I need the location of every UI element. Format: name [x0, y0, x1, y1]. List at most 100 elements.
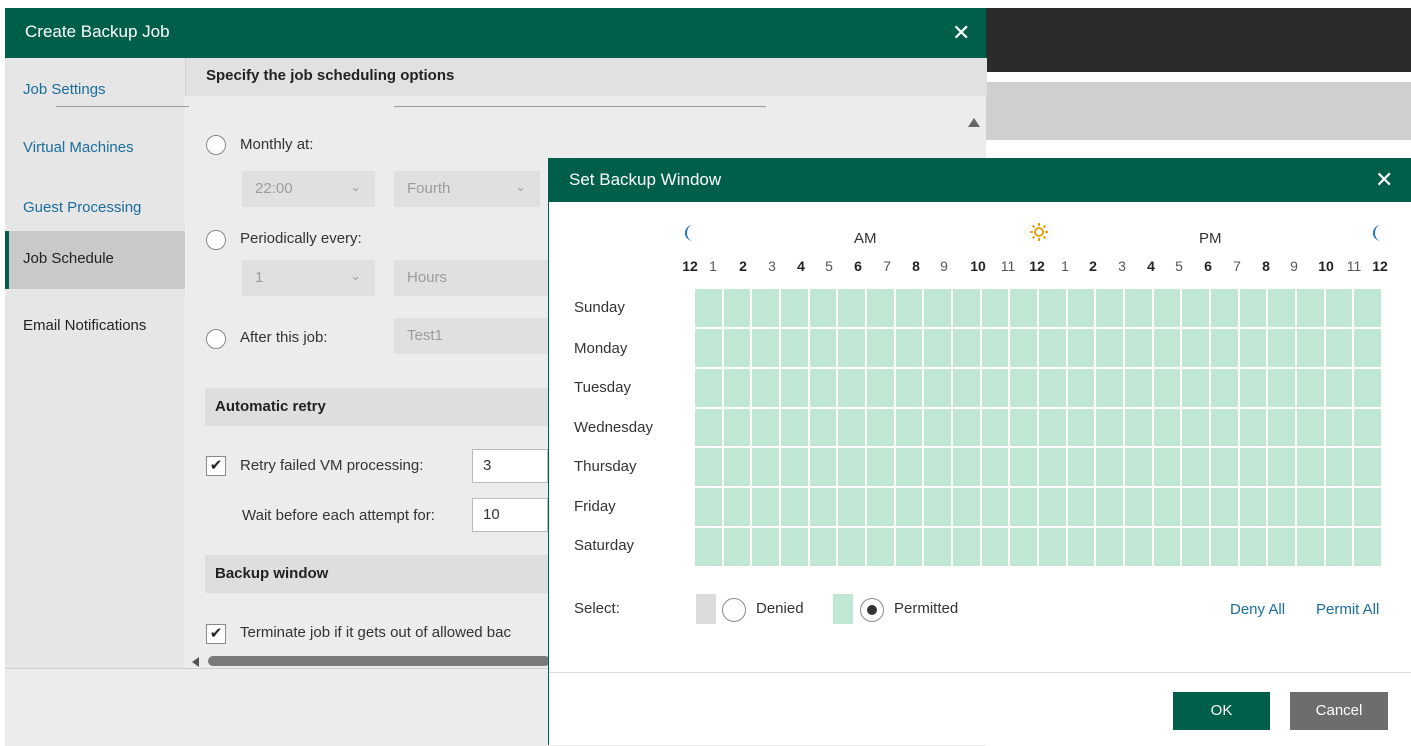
monthly-radio[interactable]	[206, 135, 226, 155]
schedule-cell[interactable]	[923, 447, 952, 488]
schedule-cell[interactable]	[980, 447, 1010, 488]
schedule-cell[interactable]	[837, 367, 866, 408]
schedule-cell[interactable]	[866, 288, 895, 328]
schedule-cell[interactable]	[837, 487, 866, 528]
cancel-button[interactable]: Cancel	[1290, 692, 1388, 730]
schedule-cell[interactable]	[751, 407, 780, 448]
schedule-cell[interactable]	[1238, 327, 1268, 368]
schedule-cell[interactable]	[1353, 288, 1382, 328]
schedule-cell[interactable]	[1181, 327, 1210, 368]
schedule-cell[interactable]	[1353, 367, 1382, 408]
sidebar-item-email-notifications[interactable]: Email Notifications	[5, 298, 185, 356]
schedule-cell[interactable]	[1124, 327, 1153, 368]
after-job-radio[interactable]	[206, 329, 226, 349]
schedule-cell[interactable]	[1038, 367, 1067, 408]
schedule-cell[interactable]	[722, 407, 752, 448]
schedule-cell[interactable]	[1296, 447, 1325, 488]
schedule-cell[interactable]	[1124, 487, 1153, 528]
schedule-cell[interactable]	[1238, 447, 1268, 488]
schedule-cell[interactable]	[980, 407, 1010, 448]
schedule-cell[interactable]	[1009, 367, 1038, 408]
close-icon[interactable]: ✕	[952, 22, 970, 44]
schedule-cell[interactable]	[1296, 288, 1325, 328]
schedule-cell[interactable]	[780, 487, 809, 528]
schedule-cell[interactable]	[952, 407, 981, 448]
schedule-cell[interactable]	[1238, 527, 1268, 567]
schedule-cell[interactable]	[1296, 487, 1325, 528]
schedule-cell[interactable]	[1009, 447, 1038, 488]
schedule-cell[interactable]	[694, 527, 723, 567]
sidebar-item-virtual-machines[interactable]: Virtual Machines	[5, 120, 185, 178]
sidebar-item-job-schedule[interactable]: Job Schedule	[5, 231, 193, 289]
schedule-cell[interactable]	[1210, 447, 1239, 488]
schedule-cell[interactable]	[1152, 527, 1182, 567]
schedule-cell[interactable]	[694, 407, 723, 448]
schedule-cell[interactable]	[808, 527, 838, 567]
schedule-cell[interactable]	[1095, 447, 1124, 488]
schedule-cell[interactable]	[1324, 407, 1354, 448]
schedule-cell[interactable]	[1324, 487, 1354, 528]
schedule-cell[interactable]	[1066, 407, 1096, 448]
retry-count-input[interactable]: 3	[472, 449, 548, 483]
sidebar-item-job-settings[interactable]: Job Settings	[5, 62, 185, 120]
schedule-cell[interactable]	[751, 327, 780, 368]
schedule-cell[interactable]	[1009, 527, 1038, 567]
schedule-cell[interactable]	[952, 487, 981, 528]
schedule-cell[interactable]	[1238, 288, 1268, 328]
schedule-cell[interactable]	[1009, 288, 1038, 328]
schedule-cell[interactable]	[1152, 407, 1182, 448]
schedule-cell[interactable]	[780, 327, 809, 368]
schedule-cell[interactable]	[1095, 527, 1124, 567]
schedule-cell[interactable]	[1124, 407, 1153, 448]
schedule-cell[interactable]	[1210, 327, 1239, 368]
ok-button[interactable]: OK	[1173, 692, 1270, 730]
schedule-cell[interactable]	[1296, 407, 1325, 448]
schedule-cell[interactable]	[866, 447, 895, 488]
schedule-cell[interactable]	[1353, 527, 1382, 567]
schedule-cell[interactable]	[952, 367, 981, 408]
schedule-cell[interactable]	[1009, 327, 1038, 368]
schedule-cell[interactable]	[866, 367, 895, 408]
schedule-cell[interactable]	[1181, 407, 1210, 448]
schedule-cell[interactable]	[808, 367, 838, 408]
schedule-cell[interactable]	[1238, 487, 1268, 528]
schedule-cell[interactable]	[894, 527, 924, 567]
schedule-cell[interactable]	[1009, 487, 1038, 528]
schedule-cell[interactable]	[837, 327, 866, 368]
schedule-cell[interactable]	[1296, 367, 1325, 408]
schedule-cell[interactable]	[808, 407, 838, 448]
schedule-cell[interactable]	[1210, 407, 1239, 448]
schedule-cell[interactable]	[1210, 288, 1239, 328]
schedule-cell[interactable]	[780, 447, 809, 488]
schedule-cell[interactable]	[808, 447, 838, 488]
schedule-cell[interactable]	[1009, 407, 1038, 448]
denied-radio[interactable]	[722, 598, 746, 622]
schedule-cell[interactable]	[1066, 447, 1096, 488]
schedule-cell[interactable]	[722, 327, 752, 368]
schedule-cell[interactable]	[1152, 487, 1182, 528]
schedule-cell[interactable]	[1353, 447, 1382, 488]
period-unit-dropdown[interactable]: Hours	[394, 260, 548, 296]
scroll-left-icon[interactable]	[192, 657, 199, 667]
schedule-cell[interactable]	[808, 327, 838, 368]
schedule-cell[interactable]	[780, 407, 809, 448]
schedule-cell[interactable]	[1066, 487, 1096, 528]
periodically-radio[interactable]	[206, 230, 226, 250]
scroll-up-icon[interactable]	[968, 118, 980, 127]
schedule-cell[interactable]	[980, 288, 1010, 328]
schedule-cell[interactable]	[866, 487, 895, 528]
schedule-cell[interactable]	[952, 447, 981, 488]
schedule-cell[interactable]	[1038, 327, 1067, 368]
schedule-cell[interactable]	[1152, 447, 1182, 488]
schedule-cell[interactable]	[780, 527, 809, 567]
schedule-cell[interactable]	[837, 527, 866, 567]
schedule-cell[interactable]	[1124, 447, 1153, 488]
schedule-cell[interactable]	[980, 367, 1010, 408]
schedule-cell[interactable]	[1267, 407, 1296, 448]
schedule-cell[interactable]	[1353, 407, 1382, 448]
schedule-cell[interactable]	[694, 447, 723, 488]
schedule-cell[interactable]	[751, 288, 780, 328]
schedule-cell[interactable]	[837, 288, 866, 328]
schedule-cell[interactable]	[1066, 527, 1096, 567]
schedule-cell[interactable]	[1095, 327, 1124, 368]
